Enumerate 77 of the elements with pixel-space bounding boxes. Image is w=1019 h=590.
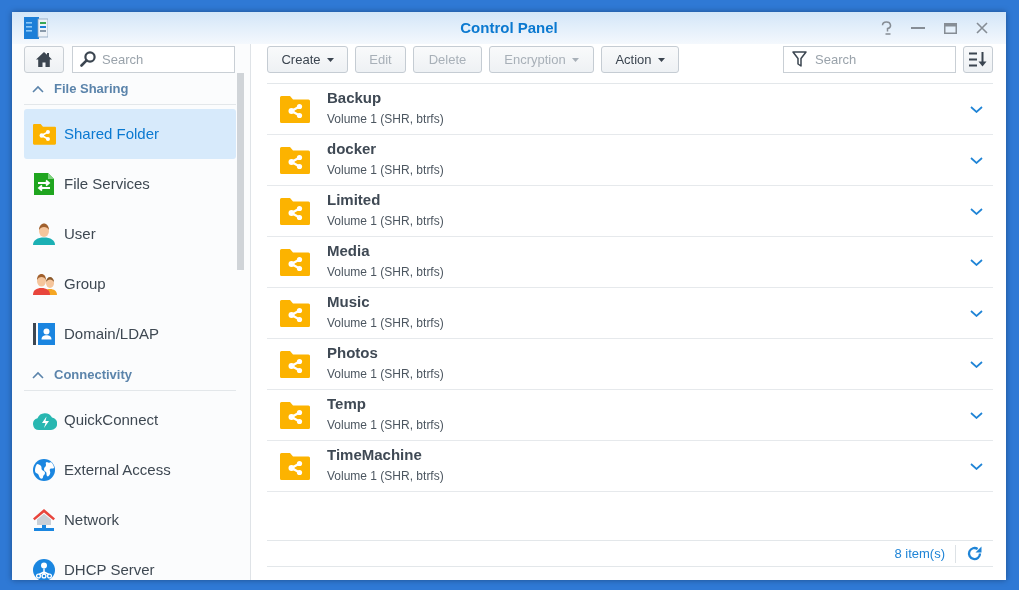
sidebar-item[interactable]: QuickConnect [24, 395, 236, 445]
window-title: Control Panel [460, 17, 558, 38]
toolbar-button[interactable]: Action [601, 46, 679, 73]
chevron-down-icon[interactable] [970, 309, 983, 317]
help-icon[interactable] [880, 21, 892, 35]
filter-icon [792, 51, 807, 67]
app-icon [24, 17, 48, 39]
maximize-icon[interactable] [943, 22, 957, 34]
folder-list-item[interactable]: docker Volume 1 (SHR, btrfs) [267, 135, 993, 186]
shared-folder-icon [280, 197, 310, 225]
sidebar-item[interactable]: User [24, 209, 236, 259]
folder-location: Volume 1 (SHR, btrfs) [327, 214, 444, 228]
sort-button[interactable] [963, 46, 993, 73]
folder-list-item[interactable]: Backup Volume 1 (SHR, btrfs) [267, 84, 993, 135]
id-card-icon [33, 323, 55, 345]
folder-list-item[interactable]: Temp Volume 1 (SHR, btrfs) [267, 390, 993, 441]
shared-folder-icon [280, 401, 310, 429]
sort-icon [969, 52, 987, 67]
folder-location: Volume 1 (SHR, btrfs) [327, 418, 444, 432]
folder-name: Music [327, 293, 370, 311]
home-button[interactable] [24, 46, 64, 73]
folder-name: Limited [327, 191, 381, 209]
folder-location: Volume 1 (SHR, btrfs) [327, 316, 444, 330]
folder-name: Backup [327, 89, 382, 107]
folder-name: Photos [327, 344, 378, 362]
user-icon [33, 223, 55, 245]
folder-location: Volume 1 (SHR, btrfs) [327, 112, 444, 126]
search-field[interactable]: Search [72, 46, 235, 73]
home-icon [36, 52, 52, 67]
globe-icon [33, 459, 55, 481]
sidebar-item[interactable]: Group [24, 259, 236, 309]
folder-name: TimeMachine [327, 446, 422, 464]
folder-location: Volume 1 (SHR, btrfs) [327, 469, 444, 483]
refresh-icon[interactable] [967, 546, 982, 561]
group-icon [33, 273, 57, 295]
chevron-down-icon[interactable] [970, 258, 983, 266]
toolbar-button[interactable]: Create [267, 46, 348, 73]
folder-name: Media [327, 242, 370, 260]
sidebar-item[interactable]: Domain/LDAP [24, 309, 236, 359]
folder-list-item[interactable]: TimeMachine Volume 1 (SHR, btrfs) [267, 441, 993, 492]
folder-location: Volume 1 (SHR, btrfs) [327, 367, 444, 381]
chevron-down-icon[interactable] [970, 411, 983, 419]
folder-name: docker [327, 140, 377, 158]
chevron-down-icon[interactable] [970, 462, 983, 470]
shared-folder-icon [280, 95, 310, 123]
shared-folder-icon [280, 452, 310, 480]
shared-folder-icon [280, 299, 310, 327]
shared-folder-icon [280, 146, 310, 174]
section-header[interactable]: File Sharing [24, 73, 236, 105]
chevron-down-icon[interactable] [970, 207, 983, 215]
search-icon [80, 51, 96, 67]
shared-folder-icon [280, 248, 310, 276]
folder-list-item[interactable]: Media Volume 1 (SHR, btrfs) [267, 237, 993, 288]
sidebar-item[interactable]: File Services [24, 159, 236, 209]
folder-list-item[interactable]: Music Volume 1 (SHR, btrfs) [267, 288, 993, 339]
folder-location: Volume 1 (SHR, btrfs) [327, 265, 444, 279]
sidebar-item[interactable]: Network [24, 495, 236, 545]
chevron-down-icon[interactable] [970, 105, 983, 113]
sidebar-item[interactable]: Shared Folder [24, 109, 236, 159]
item-count: 8 item(s) [894, 544, 945, 563]
file-arrows-icon [33, 173, 55, 195]
chevron-down-icon[interactable] [970, 156, 983, 164]
folder-list-item[interactable]: Limited Volume 1 (SHR, btrfs) [267, 186, 993, 237]
sidebar-item[interactable]: External Access [24, 445, 236, 495]
cloud-bolt-icon [33, 410, 57, 430]
shared-folder-icon [33, 123, 56, 145]
folder-name: Temp [327, 395, 366, 413]
chevron-down-icon[interactable] [970, 360, 983, 368]
shared-folder-icon [280, 350, 310, 378]
folder-list-item[interactable]: Photos Volume 1 (SHR, btrfs) [267, 339, 993, 390]
house-network-icon [33, 509, 55, 531]
folder-location: Volume 1 (SHR, btrfs) [327, 163, 444, 177]
search-field[interactable]: Search [783, 46, 956, 73]
close-icon[interactable] [976, 22, 988, 34]
scrollbar-thumb[interactable] [237, 73, 244, 270]
sidebar-item[interactable]: DHCP Server [24, 545, 236, 580]
section-header[interactable]: Connectivity [24, 359, 236, 391]
